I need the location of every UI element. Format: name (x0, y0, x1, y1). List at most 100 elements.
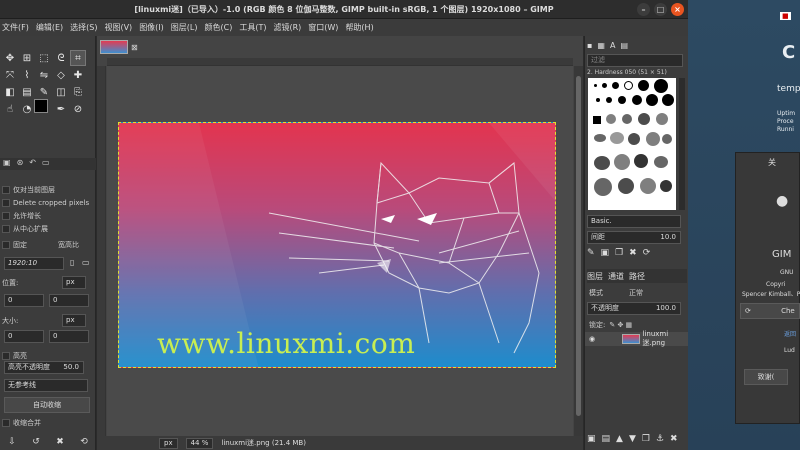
option-fixed[interactable]: 固定 宽高比 (0, 238, 96, 251)
maximize-button[interactable]: □ (654, 3, 667, 16)
tab-layers[interactable]: 图层 (587, 271, 603, 282)
menu-image[interactable]: 图像(I) (139, 22, 164, 33)
checkbox[interactable] (2, 211, 10, 220)
option-delete-cropped[interactable]: Delete cropped pixels (0, 196, 96, 209)
filter-input[interactable]: 过滤 (587, 54, 683, 67)
opacity-slider[interactable]: 不透明度 100.0 (587, 302, 681, 315)
rect-select-tool-icon[interactable]: ⬚ (36, 50, 52, 66)
new-brush-icon[interactable]: ▣ (601, 248, 610, 258)
clone-tool-icon[interactable]: ⎘ (70, 84, 86, 100)
checkbox[interactable] (2, 240, 10, 249)
menu-tools[interactable]: 工具(T) (239, 22, 266, 33)
refresh-brush-icon[interactable]: ⟳ (643, 248, 651, 258)
undo-history-tab-icon[interactable]: ↶ (29, 158, 36, 170)
fonts-tab-icon[interactable]: A (610, 41, 615, 50)
menu-edit[interactable]: 编辑(E) (36, 22, 63, 33)
position-unit-select[interactable]: px (62, 276, 86, 289)
size-h-input[interactable]: 0 (49, 330, 89, 343)
horizontal-ruler[interactable] (107, 58, 573, 66)
lock-pixels-icon[interactable]: ✎ ✥ ▦ (609, 321, 632, 329)
new-group-icon[interactable]: ▤ (602, 434, 611, 444)
delete-layer-icon[interactable]: ✖ (670, 434, 678, 444)
restore-options-icon[interactable]: ↺ (32, 437, 40, 447)
auto-shrink-button[interactable]: 自动收缩 (4, 397, 90, 413)
zoom-select[interactable]: 44 % (185, 437, 214, 449)
delete-options-icon[interactable]: ✖ (56, 437, 64, 447)
checkbox[interactable] (2, 185, 10, 194)
about-link[interactable]: 返回 (784, 329, 796, 338)
credits-button[interactable]: 致谢( (744, 369, 788, 385)
menu-file[interactable]: 文件(F) (2, 22, 29, 33)
tab-channels[interactable]: 通道 (608, 271, 624, 282)
check-updates-button[interactable]: ⟳ Che (740, 303, 800, 319)
landscape-icon[interactable]: ▭ (82, 258, 90, 267)
menu-windows[interactable]: 窗口(W) (308, 22, 338, 33)
highlight-opacity-slider[interactable]: 高亮不透明度 50.0 (4, 361, 84, 374)
menu-help[interactable]: 帮助(H) (345, 22, 373, 33)
brush-grid[interactable] (588, 78, 676, 210)
menu-select[interactable]: 选择(S) (70, 22, 97, 33)
option-expand-from-center[interactable]: 从中心扩展 (0, 222, 96, 235)
menu-view[interactable]: 视图(V) (104, 22, 132, 33)
warp-tool-icon[interactable]: ⌇ (19, 67, 35, 83)
position-x-input[interactable]: 0 (4, 294, 44, 307)
color-picker-tool-icon[interactable]: ⊘ (70, 101, 86, 117)
close-button[interactable]: × (671, 3, 684, 16)
unit-select[interactable]: px (159, 437, 178, 449)
transform-tool-icon[interactable]: ⤧ (2, 67, 18, 83)
vertical-scrollbar[interactable] (574, 66, 583, 436)
option-current-layer-only[interactable]: 仅对当前图层 (0, 183, 96, 196)
checkbox[interactable] (2, 351, 10, 360)
align-tool-icon[interactable]: ⊞ (19, 50, 35, 66)
perspective-tool-icon[interactable]: ◇ (53, 67, 69, 83)
tool-options-tab-icon[interactable]: ▣ (3, 158, 11, 170)
brush-scrollbar[interactable] (679, 78, 685, 210)
vertical-ruler[interactable] (97, 66, 106, 436)
delete-brush-icon[interactable]: ✖ (629, 248, 637, 258)
duplicate-layer-icon[interactable]: ❐ (642, 434, 650, 444)
image-tab[interactable]: ⊠ (100, 38, 142, 56)
spacing-slider[interactable]: 间距 10.0 (587, 231, 681, 244)
image-thumbnail[interactable] (100, 40, 128, 54)
document-tab-icon[interactable]: ▤ (620, 41, 628, 50)
device-status-tab-icon[interactable]: ⊛ (17, 158, 24, 170)
anchor-icon[interactable]: ⚓ (656, 434, 664, 444)
size-w-input[interactable]: 0 (4, 330, 44, 343)
raise-layer-icon[interactable]: ▲ (616, 434, 623, 444)
free-select-tool-icon[interactable]: ᘓ (53, 50, 69, 66)
mode-select[interactable]: 正常 (629, 288, 643, 298)
scrollbar-thumb[interactable] (576, 76, 581, 416)
menu-colors[interactable]: 颜色(C) (205, 22, 233, 33)
option-shrink-merged[interactable]: 收缩合并 (0, 416, 96, 429)
size-unit-select[interactable]: px (62, 314, 86, 327)
menu-filters[interactable]: 滤镜(R) (273, 22, 301, 33)
lower-layer-icon[interactable]: ▼ (629, 434, 636, 444)
reset-options-icon[interactable]: ⟲ (80, 437, 88, 447)
flip-tool-icon[interactable]: ⇋ (36, 67, 52, 83)
crop-tool-icon[interactable]: ⌗ (70, 50, 86, 66)
brushes-tab-icon[interactable]: ▪ (587, 41, 592, 50)
portrait-icon[interactable]: ▯ (70, 258, 74, 267)
guides-select[interactable]: 无参考线 (4, 379, 88, 392)
brush-preset-select[interactable]: Basic. (587, 215, 681, 228)
option-allow-growing[interactable]: 允许增长 (0, 209, 96, 222)
layer-item[interactable]: ◉ linuxmi迷.png (585, 330, 689, 347)
visibility-eye-icon[interactable]: ◉ (589, 335, 595, 343)
position-y-input[interactable]: 0 (49, 294, 89, 307)
edit-brush-icon[interactable]: ✎ (587, 248, 595, 258)
smudge-tool-icon[interactable]: ☝ (2, 101, 18, 117)
color-swatches[interactable] (30, 98, 60, 122)
move-tool-icon[interactable]: ✥ (2, 50, 18, 66)
image-canvas[interactable]: www.linuxmi.com (118, 122, 556, 368)
close-tab-icon[interactable]: ⊠ (131, 43, 138, 52)
duplicate-brush-icon[interactable]: ❐ (615, 248, 623, 258)
foreground-color[interactable] (34, 99, 48, 113)
save-options-icon[interactable]: ⇩ (8, 437, 16, 447)
checkbox[interactable] (2, 418, 10, 427)
bucket-tool-icon[interactable]: ◧ (2, 84, 18, 100)
tab-paths[interactable]: 路径 (629, 271, 645, 282)
menu-layer[interactable]: 图层(L) (171, 22, 198, 33)
checkbox[interactable] (2, 224, 10, 233)
images-tab-icon[interactable]: ▭ (42, 158, 50, 170)
new-layer-icon[interactable]: ▣ (587, 434, 596, 444)
